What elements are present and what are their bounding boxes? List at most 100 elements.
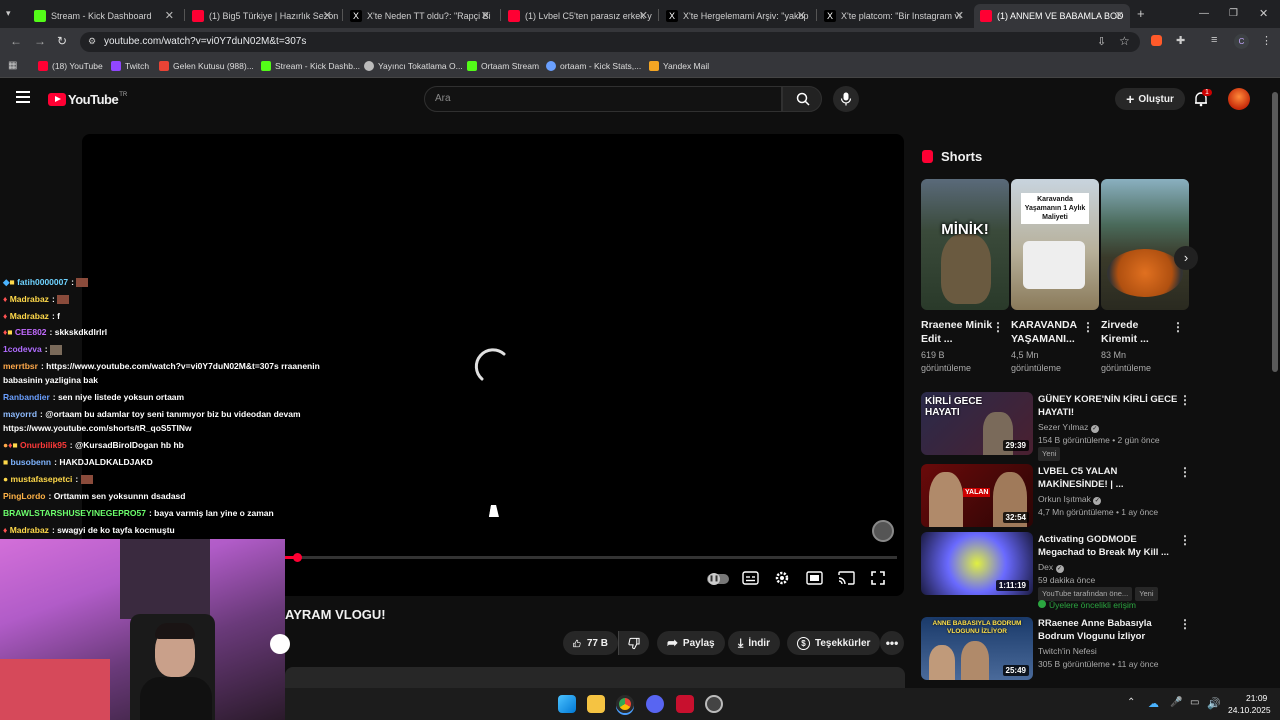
tray-display-icon[interactable]: ▭ bbox=[1190, 697, 1199, 708]
share-button[interactable]: ➦ Paylaş bbox=[657, 631, 725, 655]
maximize-icon[interactable]: ❐ bbox=[1229, 8, 1238, 19]
subtitles-icon[interactable] bbox=[742, 571, 759, 585]
close-icon[interactable]: ✕ bbox=[481, 9, 490, 22]
more-vertical-icon[interactable]: ⋮ bbox=[1172, 320, 1184, 334]
thanks-button[interactable]: $ Teşekkürler bbox=[787, 631, 881, 655]
tray-volume-icon[interactable]: 🔊 bbox=[1207, 697, 1221, 710]
channel-name[interactable]: Orkun Işıtmak ✓ bbox=[1038, 493, 1188, 505]
close-icon[interactable]: ✕ bbox=[1115, 9, 1124, 22]
close-icon[interactable]: ✕ bbox=[639, 9, 648, 22]
hamburger-menu-icon[interactable] bbox=[16, 91, 30, 103]
browser-tab-active[interactable]: (1) ANNEM VE BABAMLA BOD ✕ bbox=[974, 4, 1130, 28]
bookmark-item[interactable]: Stream - Kick Dashb... bbox=[261, 61, 360, 71]
url-text[interactable]: youtube.com/watch?v=vi0Y7duN02M&t=307s bbox=[104, 36, 306, 47]
close-window-icon[interactable]: ✕ bbox=[1259, 7, 1268, 20]
description-box[interactable] bbox=[285, 667, 905, 689]
close-icon[interactable]: ✕ bbox=[165, 9, 174, 22]
close-icon[interactable]: ✕ bbox=[955, 9, 964, 22]
like-button[interactable]: 77 B bbox=[563, 631, 618, 655]
chrome-icon[interactable] bbox=[616, 695, 634, 713]
browser-menu-icon[interactable]: ⋮ bbox=[1261, 34, 1272, 47]
new-tab-button[interactable]: + bbox=[1137, 6, 1145, 21]
fullscreen-icon[interactable] bbox=[871, 571, 885, 585]
channel-avatar[interactable] bbox=[270, 634, 290, 654]
reading-list-icon[interactable]: ≡ bbox=[1211, 34, 1217, 46]
bookmark-star-icon[interactable]: ☆ bbox=[1119, 34, 1130, 48]
minimize-icon[interactable]: — bbox=[1199, 8, 1209, 19]
video-title-link[interactable]: Activating GODMODE Megachad to Break My … bbox=[1038, 533, 1178, 559]
short-thumbnail[interactable]: MİNİK! bbox=[921, 179, 1009, 310]
browser-tab[interactable]: (1) Big5 Türkiye | Hazırlık Sezon ✕ bbox=[186, 4, 338, 28]
create-button[interactable]: + Oluştur bbox=[1115, 88, 1185, 110]
browser-tab[interactable]: X X'te Neden TT oldu?: "Rapçi Bi ✕ bbox=[344, 4, 496, 28]
windows-start-icon[interactable] bbox=[558, 695, 576, 713]
short-title[interactable]: Zirvede Kiremit ... bbox=[1101, 318, 1176, 346]
short-thumbnail[interactable] bbox=[1101, 179, 1189, 310]
tray-chevron-icon[interactable]: ⌃ bbox=[1127, 697, 1135, 708]
discord-icon[interactable] bbox=[646, 695, 664, 713]
scrollbar-thumb[interactable] bbox=[1272, 92, 1278, 372]
file-explorer-icon[interactable] bbox=[587, 695, 605, 713]
tray-app-icon[interactable]: ☁ bbox=[1148, 697, 1159, 710]
more-vertical-icon[interactable]: ⋮ bbox=[1179, 533, 1191, 547]
progress-scrubber-handle[interactable] bbox=[293, 553, 302, 562]
voice-search-button[interactable] bbox=[833, 86, 859, 112]
youtube-logo[interactable]: YouTube TR bbox=[48, 92, 127, 107]
browser-tab[interactable]: X X'te platcom: "Bir Instagram vi ✕ bbox=[818, 4, 970, 28]
account-avatar[interactable] bbox=[1228, 88, 1250, 110]
app-icon[interactable] bbox=[676, 695, 694, 713]
notifications-button[interactable]: 1 bbox=[1193, 89, 1212, 107]
short-thumbnail[interactable]: Karavanda Yaşamanın 1 Aylık Maliyeti bbox=[1011, 179, 1099, 310]
more-vertical-icon[interactable]: ⋮ bbox=[1179, 617, 1191, 631]
channel-name[interactable]: Dex ✓ bbox=[1038, 561, 1188, 573]
browser-tab[interactable]: (1) Lvbel C5'ten parasız erkek y ✕ bbox=[502, 4, 654, 28]
profile-avatar[interactable]: C bbox=[1234, 34, 1249, 49]
video-title-link[interactable]: RRaenee Anne Babasıyla Bodrum Vlogunu İz… bbox=[1038, 617, 1178, 643]
tray-mic-icon[interactable]: 🎤 bbox=[1170, 697, 1182, 708]
theater-mode-icon[interactable] bbox=[806, 571, 823, 585]
site-info-icon[interactable]: ⚙ bbox=[88, 36, 96, 47]
browser-tab[interactable]: Stream - Kick Dashboard ✕ bbox=[28, 4, 180, 28]
tab-search-button[interactable]: ▾ bbox=[6, 8, 20, 20]
search-button[interactable] bbox=[782, 86, 822, 112]
search-input[interactable]: Ara bbox=[424, 86, 782, 112]
short-title[interactable]: Rraenee Minik Edit ... bbox=[921, 318, 996, 346]
app-icon[interactable] bbox=[705, 695, 723, 713]
video-title-link[interactable]: LVBEL C5 YALAN MAKİNESİNDE! | ... bbox=[1038, 465, 1178, 491]
video-thumbnail[interactable]: ANNE BABASIYLA BODRUM VLOGUNU İZLİYOR 25… bbox=[921, 617, 1033, 680]
close-icon[interactable]: ✕ bbox=[323, 9, 332, 22]
autoplay-toggle[interactable]: ❚❚ bbox=[707, 573, 729, 585]
extensions-puzzle-icon[interactable]: ✚ bbox=[1176, 34, 1185, 47]
shorts-next-button[interactable]: › bbox=[1174, 246, 1198, 270]
browser-tab[interactable]: X X'te Hergelemami Arşiv: "yakup ✕ bbox=[660, 4, 812, 28]
short-title[interactable]: KARAVANDA YAŞAMANI... bbox=[1011, 318, 1086, 346]
bookmark-item[interactable]: Gelen Kutusu (988)... bbox=[159, 61, 254, 71]
bookmark-item[interactable]: Twitch bbox=[111, 61, 149, 71]
download-button[interactable]: ⤓ İndir bbox=[728, 631, 780, 655]
video-thumbnail[interactable]: KİRLİ GECE HAYATI 29:39 bbox=[921, 392, 1033, 455]
taskbar-time[interactable]: 21:09 bbox=[1246, 693, 1267, 703]
cast-icon[interactable] bbox=[838, 571, 855, 585]
dislike-button[interactable] bbox=[618, 631, 649, 655]
bookmark-item[interactable]: Yandex Mail bbox=[649, 61, 709, 71]
progress-bar-track[interactable] bbox=[285, 556, 897, 559]
video-title-link[interactable]: GÜNEY KORE'NİN KİRLİ GECE HAYATI! bbox=[1038, 393, 1178, 419]
back-icon[interactable]: ← bbox=[10, 34, 22, 48]
more-vertical-icon[interactable]: ⋮ bbox=[992, 320, 1004, 334]
page-scrollbar[interactable] bbox=[1270, 80, 1280, 688]
channel-name[interactable]: Twitch'in Nefesi bbox=[1038, 645, 1188, 657]
extension-icon[interactable] bbox=[1151, 35, 1162, 46]
video-thumbnail[interactable]: 1:11:19 bbox=[921, 532, 1033, 595]
forward-icon[interactable]: → bbox=[34, 34, 46, 48]
more-vertical-icon[interactable]: ⋮ bbox=[1179, 393, 1191, 407]
reload-icon[interactable]: ↻ bbox=[57, 34, 67, 48]
apps-grid-icon[interactable]: ▦ bbox=[8, 60, 17, 71]
close-icon[interactable]: ✕ bbox=[797, 9, 806, 22]
taskbar-date[interactable]: 24.10.2025 bbox=[1228, 705, 1271, 715]
bookmark-item[interactable]: Ortaam Stream bbox=[467, 61, 539, 71]
more-vertical-icon[interactable]: ⋮ bbox=[1082, 320, 1094, 334]
bookmark-item[interactable]: Yayıncı Tokatlama O... bbox=[364, 61, 463, 71]
more-actions-button[interactable]: ••• bbox=[880, 631, 904, 655]
channel-name[interactable]: Sezer Yılmaz ✓ bbox=[1038, 421, 1188, 433]
install-app-icon[interactable]: ⇩ bbox=[1097, 35, 1106, 48]
